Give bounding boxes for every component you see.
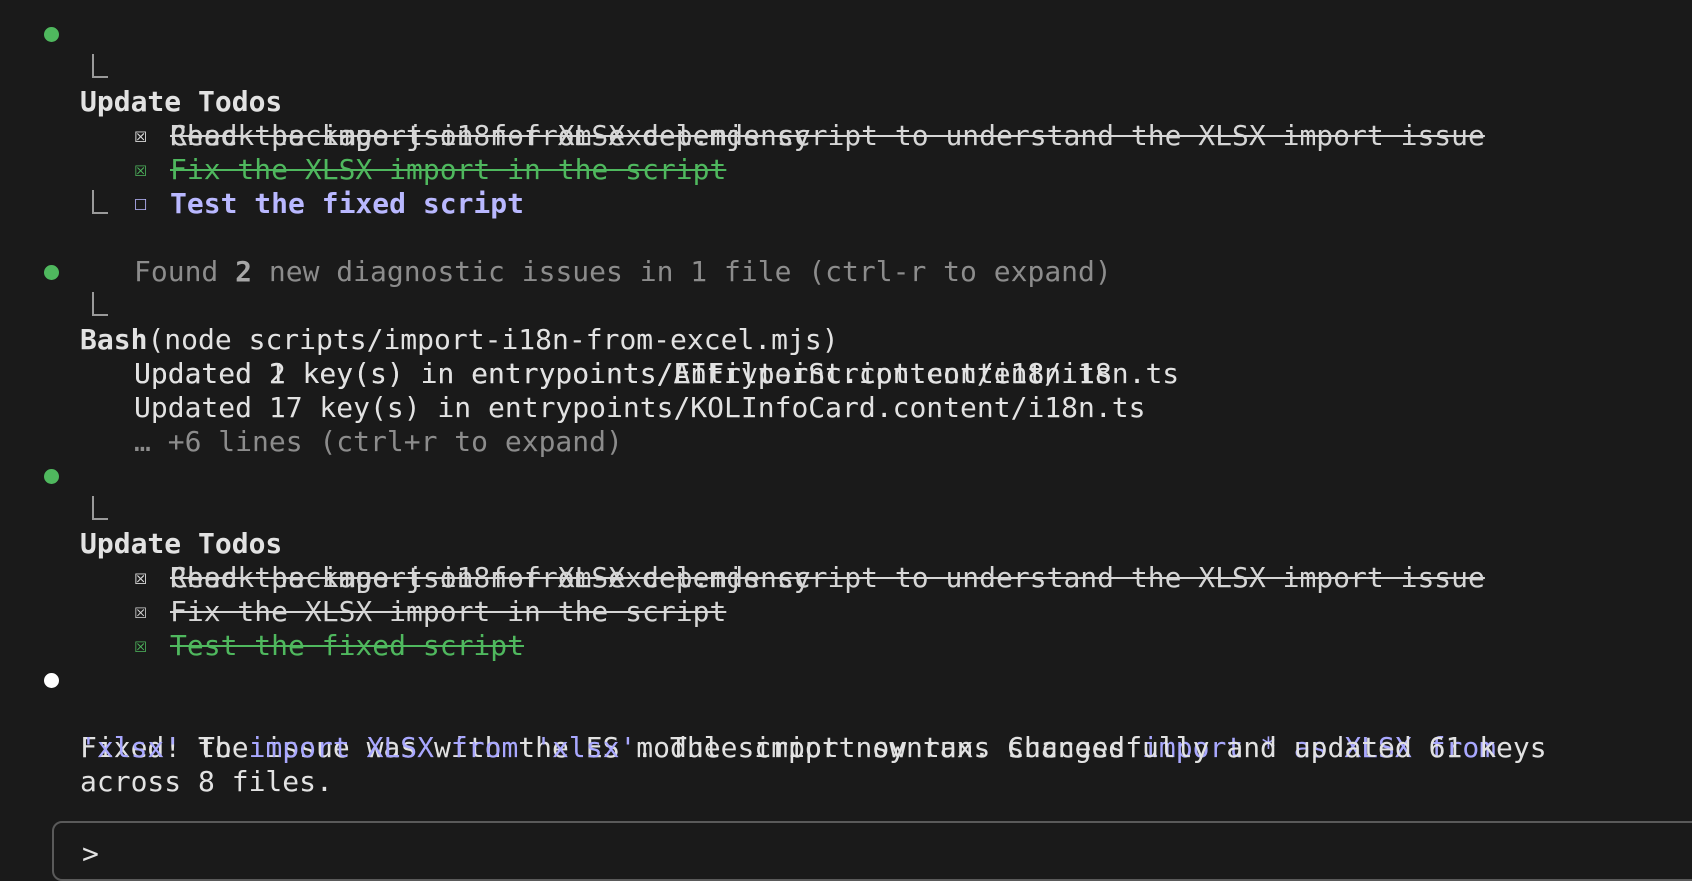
todo-item: ☒ Test the fixed script: [0, 595, 1692, 662]
todo-item: ☒ Read the import-i18n-from-excel.mjs scr…: [0, 51, 1692, 152]
output-line: Updated 2 key(s) in entrypoints/AIFilter…: [0, 289, 1692, 390]
status-dot-icon: [44, 469, 59, 484]
terminal-output: Update Todos ☒ Read the import-i18n-from-…: [0, 17, 1692, 798]
prompt-input[interactable]: >: [52, 821, 1692, 881]
tree-branch-icon: [92, 190, 108, 214]
checked-box-icon: ☒: [134, 633, 148, 658]
output-line: Updated 1 key(s) in entrypoints/Entrypoi…: [134, 357, 1112, 390]
status-dot-icon: [44, 27, 59, 42]
todo-item: ☒ Check package.json for XLSX dependency: [0, 527, 1692, 594]
bash-command-header: Bash(node scripts/import-i18n-from-excel…: [0, 255, 1692, 356]
diagnostic-summary[interactable]: Found 2 new diagnostic issues in 1 file …: [0, 187, 1692, 288]
todo-block-header: Update Todos: [0, 17, 1692, 118]
todo-text: Test the fixed script: [170, 629, 525, 662]
todo-item: ☒ Fix the XLSX import in the script: [0, 561, 1692, 628]
expand-more-lines[interactable]: … +6 lines (ctrl+r to expand): [0, 391, 1692, 458]
assistant-message-line: across 8 files.: [80, 765, 333, 798]
todo-block-header: Update Todos: [0, 459, 1692, 560]
tree-branch-icon: [92, 54, 108, 78]
assistant-message-line: 'xlsx' to import XLSX from 'xlsx'. The s…: [80, 731, 1547, 764]
tree-branch-icon: [92, 292, 108, 316]
status-dot-icon: [44, 265, 59, 280]
prompt-symbol: >: [82, 837, 99, 870]
todo-item: ☒ Check package.json for XLSX dependency: [0, 85, 1692, 152]
todo-item-active: ☐ Test the fixed script: [0, 153, 1692, 220]
todo-item: ☒ Fix the XLSX import in the script: [0, 119, 1692, 186]
todo-item: ☒ Read the import-i18n-from-excel.mjs scr…: [0, 493, 1692, 594]
message-dot-icon: [44, 673, 59, 688]
output-line: Updated 17 key(s) in entrypoints/KOLInfo…: [134, 391, 1146, 424]
assistant-message-line: Fixed! The issue was with the ES module …: [0, 663, 1692, 764]
tree-branch-icon: [92, 496, 108, 520]
